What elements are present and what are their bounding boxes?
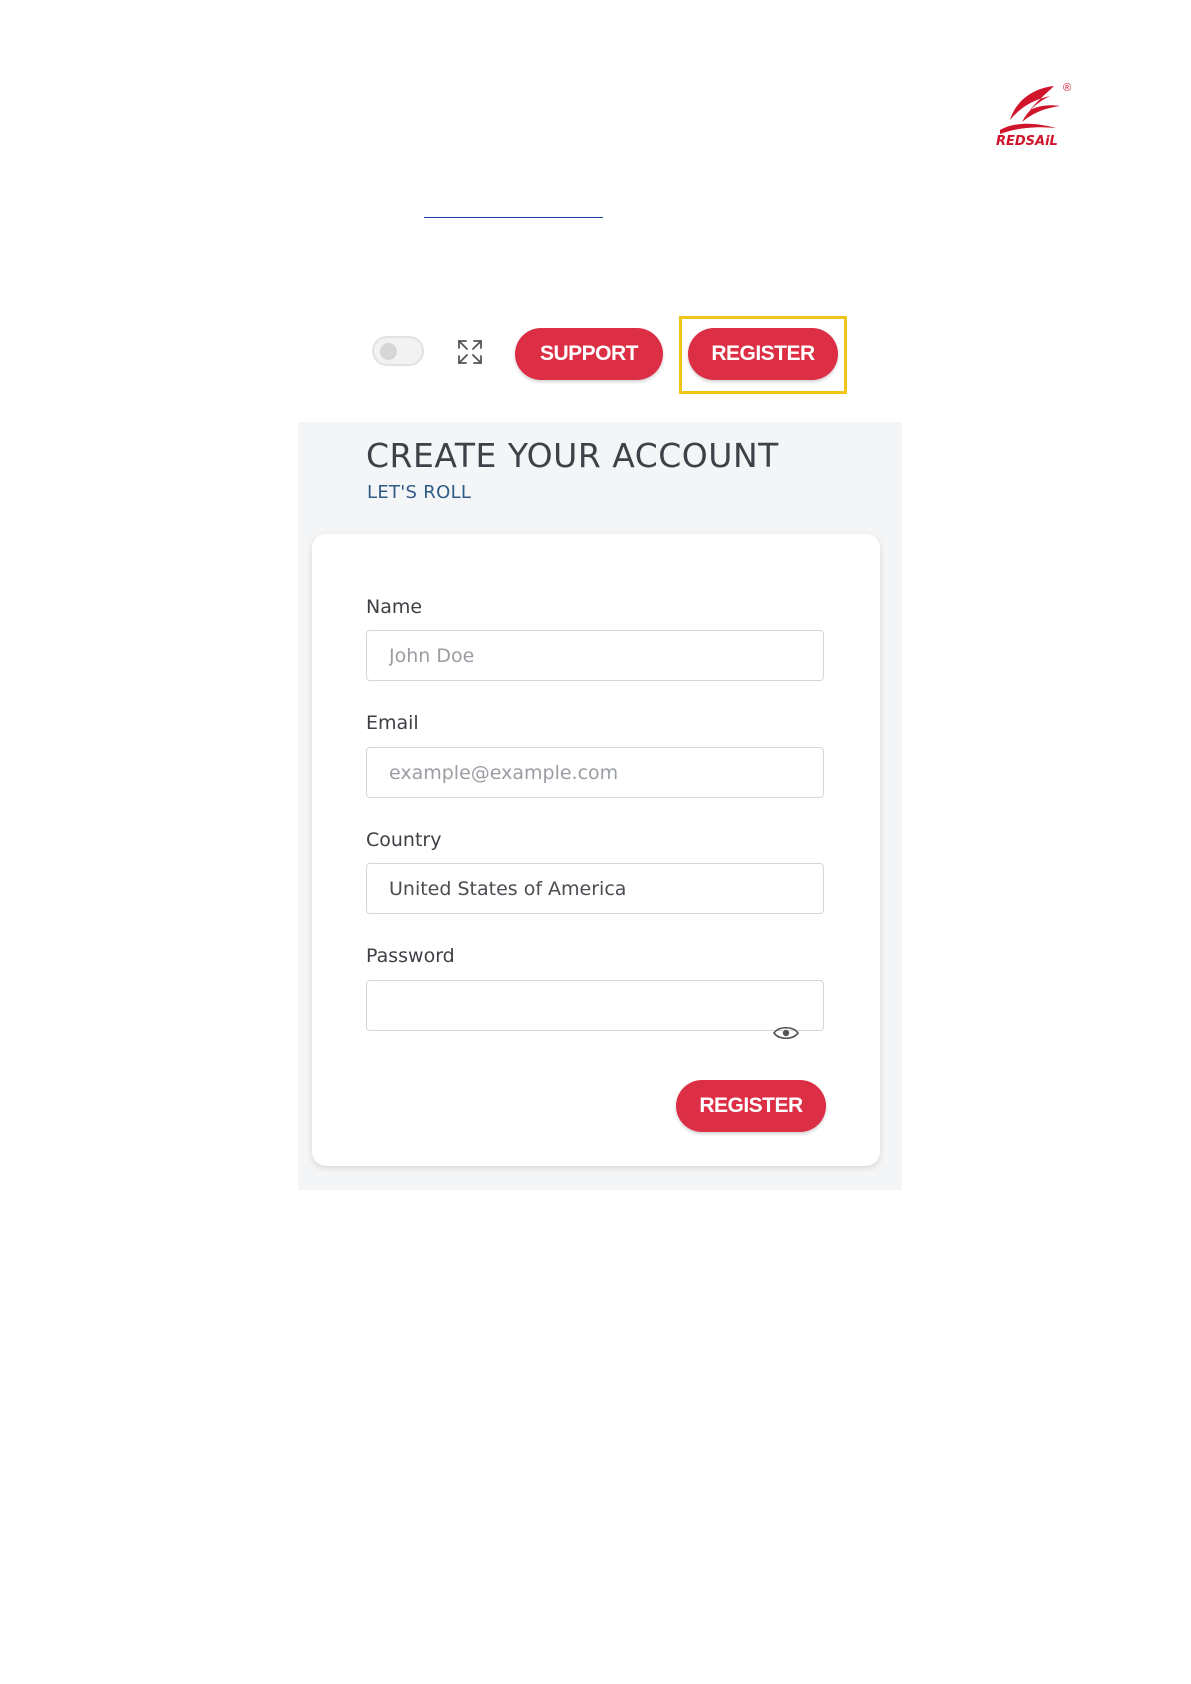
name-label: Name	[366, 596, 423, 618]
page-subtitle: LET'S ROLL	[367, 482, 472, 503]
sail-logo-icon	[1000, 86, 1060, 134]
register-panel: CREATE YOUR ACCOUNT LET'S ROLL Name Emai…	[298, 422, 902, 1190]
registered-mark: ®	[1063, 82, 1072, 94]
fullscreen-expand-icon[interactable]	[456, 338, 484, 366]
register-button[interactable]: REGISTER	[688, 328, 838, 380]
redsail-logo: ® REDSAiL	[994, 82, 1076, 152]
theme-toggle[interactable]	[372, 336, 424, 366]
support-button[interactable]: SUPPORT	[515, 328, 663, 380]
show-password-eye-icon[interactable]	[772, 1024, 800, 1042]
page-title: CREATE YOUR ACCOUNT	[366, 436, 779, 475]
top-toolbar: SUPPORT REGISTER	[370, 316, 850, 398]
register-form-card: Name Email Country Password REGISTER	[312, 534, 880, 1166]
password-label: Password	[366, 945, 455, 967]
link-underline	[424, 217, 603, 218]
password-input[interactable]	[366, 980, 824, 1031]
email-label: Email	[366, 712, 419, 734]
submit-register-button[interactable]: REGISTER	[676, 1080, 826, 1132]
country-label: Country	[366, 829, 442, 851]
brand-wordmark: REDSAiL	[996, 134, 1058, 149]
email-input[interactable]	[366, 747, 824, 798]
country-input[interactable]	[366, 863, 824, 914]
toggle-knob	[380, 343, 397, 360]
name-input[interactable]	[366, 630, 824, 681]
